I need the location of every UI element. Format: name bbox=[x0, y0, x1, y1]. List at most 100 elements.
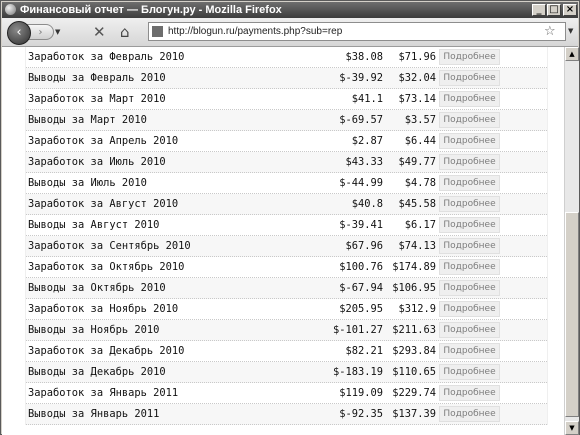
maximize-button[interactable]: □ bbox=[547, 4, 561, 16]
details-button[interactable]: Подробнее bbox=[439, 133, 500, 149]
row-balance: $6.44 bbox=[404, 135, 436, 147]
details-button[interactable]: Подробнее bbox=[439, 322, 500, 338]
row-label: Заработок за Январь 2011 bbox=[28, 387, 179, 399]
history-dropdown-icon[interactable]: ▼ bbox=[55, 28, 60, 36]
details-button[interactable]: Подробнее bbox=[439, 196, 500, 212]
stop-icon[interactable]: ✕ bbox=[93, 23, 106, 41]
row-amount: $205.95 bbox=[339, 303, 383, 315]
row-amount: $-101.27 bbox=[332, 324, 383, 336]
row-label: Выводы за Ноябрь 2010 bbox=[28, 324, 160, 336]
row-amount: $-67.94 bbox=[339, 282, 383, 294]
report-row: Заработок за Август 2010 $40.8 $45.58 Подро… bbox=[26, 194, 547, 215]
row-balance: $45.58 bbox=[398, 198, 436, 210]
details-button[interactable]: Подробнее bbox=[439, 280, 500, 296]
details-button[interactable]: Подробнее bbox=[439, 238, 500, 254]
row-label: Заработок за Июль 2010 bbox=[28, 156, 166, 168]
scroll-up-icon[interactable]: ▲ bbox=[565, 47, 579, 61]
row-label: Выводы за Февраль 2010 bbox=[28, 72, 166, 84]
report-row: Выводы за Декабрь 2010 $-183.19 $110.65 Под… bbox=[26, 362, 547, 383]
home-icon[interactable]: ⌂ bbox=[120, 23, 130, 41]
title-bar: Финансовый отчет — Блогун.ру - Mozilla F… bbox=[2, 2, 578, 18]
address-input[interactable]: http://blogun.ru/payments.php?sub=rep bbox=[168, 23, 342, 40]
row-label: Заработок за Ноябрь 2010 bbox=[28, 303, 179, 315]
row-balance: $293.84 bbox=[392, 345, 436, 357]
report-row: Заработок за Январь 2011 $119.09 $229.74 По… bbox=[26, 383, 547, 404]
row-amount: $82.21 bbox=[345, 345, 383, 357]
row-amount: $43.33 bbox=[345, 156, 383, 168]
row-amount: $-92.35 bbox=[339, 408, 383, 420]
scroll-down-icon[interactable]: ▼ bbox=[565, 421, 579, 435]
report-row: Заработок за Декабрь 2010 $82.21 $293.84 По… bbox=[26, 341, 547, 362]
row-balance: $32.04 bbox=[398, 72, 436, 84]
row-label: Выводы за Август 2010 bbox=[28, 219, 160, 231]
row-label: Заработок за Март 2010 bbox=[28, 93, 166, 105]
row-label: Заработок за Август 2010 bbox=[28, 198, 179, 210]
row-amount: $-39.41 bbox=[339, 219, 383, 231]
details-button[interactable]: Подробнее bbox=[439, 70, 500, 86]
address-bar[interactable]: http://blogun.ru/payments.php?sub=rep ☆ bbox=[148, 22, 566, 41]
report-row: Выводы за Март 2010 $-69.57 $3.57 Подробнее bbox=[26, 110, 547, 131]
row-amount: $100.76 bbox=[339, 261, 383, 273]
report-row: Выводы за Январь 2011 $-92.35 $137.39 Подро… bbox=[26, 404, 547, 425]
row-balance: $106.95 bbox=[392, 282, 436, 294]
row-balance: $137.39 bbox=[392, 408, 436, 420]
report-row: Заработок за Февраль 2010 $38.08 $71.96 Под… bbox=[26, 47, 547, 68]
row-label: Выводы за Июль 2010 bbox=[28, 177, 147, 189]
details-button[interactable]: Подробнее bbox=[439, 406, 500, 422]
report-row: Выводы за Октябрь 2010 $-67.94 $106.95 Подр… bbox=[26, 278, 547, 299]
row-amount: $-39.92 bbox=[339, 72, 383, 84]
minimize-button[interactable]: _ bbox=[532, 4, 546, 16]
details-button[interactable]: Подробнее bbox=[439, 259, 500, 275]
site-favicon bbox=[152, 26, 163, 37]
row-balance: $4.78 bbox=[404, 177, 436, 189]
payments-report: Заработок за Февраль 2010 $38.08 $71.96 Под… bbox=[25, 47, 548, 425]
report-row: Выводы за Июль 2010 $-44.99 $4.78 Подробнее bbox=[26, 173, 547, 194]
row-balance: $74.13 bbox=[398, 240, 436, 252]
row-amount: $119.09 bbox=[339, 387, 383, 399]
report-row: Заработок за Март 2010 $41.1 $73.14 Подробн… bbox=[26, 89, 547, 110]
row-label: Заработок за Февраль 2010 bbox=[28, 51, 185, 63]
row-balance: $174.89 bbox=[392, 261, 436, 273]
vertical-scrollbar[interactable]: ▲ ▼ bbox=[564, 47, 579, 435]
menu-dropdown-icon[interactable]: ▼ bbox=[568, 27, 573, 35]
row-label: Заработок за Декабрь 2010 bbox=[28, 345, 185, 357]
report-row: Выводы за Февраль 2010 $-39.92 $32.04 Подро… bbox=[26, 68, 547, 89]
row-label: Заработок за Октябрь 2010 bbox=[28, 261, 185, 273]
details-button[interactable]: Подробнее bbox=[439, 385, 500, 401]
row-balance: $312.9 bbox=[398, 303, 436, 315]
details-button[interactable]: Подробнее bbox=[439, 301, 500, 317]
row-balance: $3.57 bbox=[404, 114, 436, 126]
row-label: Выводы за Март 2010 bbox=[28, 114, 147, 126]
row-balance: $71.96 bbox=[398, 51, 436, 63]
row-amount: $-69.57 bbox=[339, 114, 383, 126]
details-button[interactable]: Подробнее bbox=[439, 91, 500, 107]
details-button[interactable]: Подробнее bbox=[439, 364, 500, 380]
row-label: Заработок за Апрель 2010 bbox=[28, 135, 179, 147]
details-button[interactable]: Подробнее bbox=[439, 217, 500, 233]
details-button[interactable]: Подробнее bbox=[439, 112, 500, 128]
row-amount: $67.96 bbox=[345, 240, 383, 252]
browser-window: Финансовый отчет — Блогун.ру - Mozilla F… bbox=[0, 0, 580, 435]
report-row: Заработок за Июль 2010 $43.33 $49.77 Подроб… bbox=[26, 152, 547, 173]
details-button[interactable]: Подробнее bbox=[439, 49, 500, 65]
row-balance: $110.65 bbox=[392, 366, 436, 378]
close-button[interactable]: × bbox=[563, 4, 577, 16]
back-button[interactable]: ‹ bbox=[7, 21, 31, 45]
firefox-icon bbox=[5, 4, 16, 15]
details-button[interactable]: Подробнее bbox=[439, 343, 500, 359]
row-balance: $73.14 bbox=[398, 93, 436, 105]
row-amount: $2.87 bbox=[351, 135, 383, 147]
report-row: Выводы за Ноябрь 2010 $-101.27 $211.63 Подр… bbox=[26, 320, 547, 341]
window-title: Финансовый отчет — Блогун.ру - Mozilla F… bbox=[20, 4, 282, 16]
details-button[interactable]: Подробнее bbox=[439, 154, 500, 170]
bookmark-star-icon[interactable]: ☆ bbox=[544, 23, 556, 40]
row-balance: $229.74 bbox=[392, 387, 436, 399]
row-amount: $40.8 bbox=[351, 198, 383, 210]
scrollbar-thumb[interactable] bbox=[565, 212, 579, 417]
report-row: Заработок за Ноябрь 2010 $205.95 $312.9 Под… bbox=[26, 299, 547, 320]
details-button[interactable]: Подробнее bbox=[439, 175, 500, 191]
report-row: Выводы за Август 2010 $-39.41 $6.17 Подробн… bbox=[26, 215, 547, 236]
row-label: Выводы за Январь 2011 bbox=[28, 408, 160, 420]
row-label: Заработок за Сентябрь 2010 bbox=[28, 240, 191, 252]
row-amount: $41.1 bbox=[351, 93, 383, 105]
